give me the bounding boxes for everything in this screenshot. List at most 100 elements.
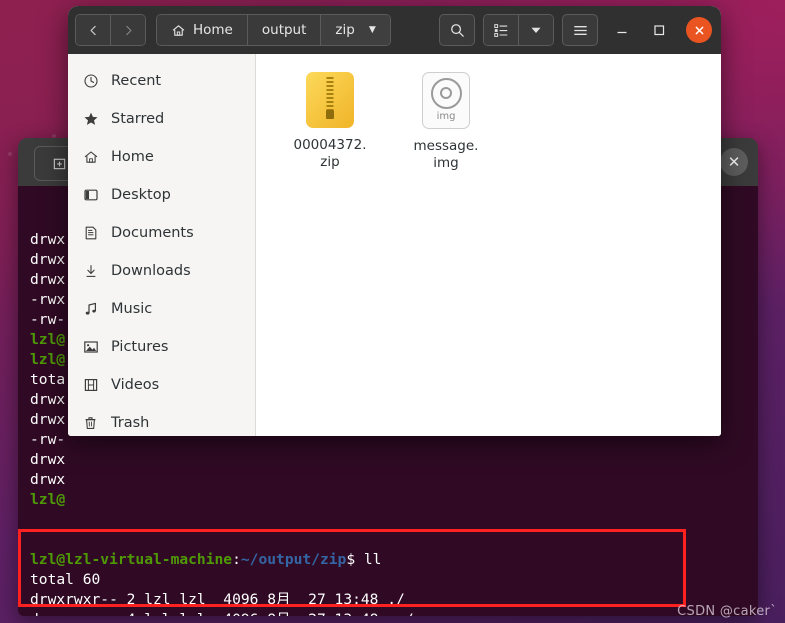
sidebar-item-label: Videos xyxy=(111,377,160,393)
terminal-text: lzl@lzl-virtual-machine xyxy=(30,551,233,568)
desktop: ✕ drwx drwx drwx -rwx -rw-lzl@ lzl@ tota drwx dr… xyxy=(0,0,785,623)
picture-icon xyxy=(82,339,99,356)
sidebar-item-label: Recent xyxy=(111,73,162,89)
zip-archive-icon xyxy=(306,72,354,128)
back-button[interactable] xyxy=(76,15,110,45)
file-list-view[interactable]: 00004372. zip img message. img xyxy=(256,54,721,436)
desktop-icon xyxy=(82,187,99,204)
chevron-left-icon xyxy=(89,25,96,35)
home-icon xyxy=(172,24,185,36)
breadcrumb-item-home[interactable]: Home xyxy=(157,15,247,45)
terminal-text: $ ll xyxy=(346,551,382,568)
document-icon xyxy=(82,225,99,242)
film-icon xyxy=(82,377,99,394)
terminal-visible-lines: lzl@lzl-virtual-machine:~/output/zip$ ll… xyxy=(30,550,758,616)
file-name-line: message. xyxy=(413,138,479,154)
file-manager-window[interactable]: Home output zip ▼ Recent Starred Home De… xyxy=(68,6,721,436)
terminal-text: drwxrwxr-- 2 lzl lzl 4096 8月 27 13:48 ./ xyxy=(30,591,405,608)
sidebar-item-label: Music xyxy=(111,301,153,317)
sidebar-item-label: Desktop xyxy=(111,187,171,203)
view-list-icon xyxy=(494,24,508,37)
sidebar-item-label: Pictures xyxy=(111,339,169,355)
close-icon: ✕ xyxy=(727,153,741,171)
minimize-button[interactable] xyxy=(609,17,635,43)
file-name-line: 00004372. xyxy=(293,137,367,153)
terminal-text: : xyxy=(232,551,241,568)
terminal-line: lzl@lzl-virtual-machine:~/output/zip$ ll xyxy=(30,550,758,570)
close-button[interactable] xyxy=(686,17,712,43)
view-options-dropdown[interactable] xyxy=(518,15,553,45)
sidebar-item-label: Documents xyxy=(111,225,194,241)
trash-icon xyxy=(82,415,99,432)
breadcrumb-label-output: output xyxy=(261,22,307,38)
sidebar-item-label: Downloads xyxy=(111,263,191,279)
terminal-line: drwxrwxr-- 2 lzl lzl 4096 8月 27 13:48 ./ xyxy=(30,590,758,610)
file-manager-content: Recent Starred Home Desktop Documents Downloa… xyxy=(68,54,721,436)
zipper-pull xyxy=(326,110,334,119)
zipper-teeth xyxy=(326,77,334,113)
main-menu-button[interactable] xyxy=(562,14,598,46)
disc-image-icon: img xyxy=(422,72,470,129)
terminal-line: total 60 xyxy=(30,570,758,590)
sidebar-item-starred[interactable]: Starred xyxy=(68,100,255,138)
file-manager-headerbar: Home output zip ▼ xyxy=(68,6,721,54)
sidebar-item-downloads[interactable]: Downloads xyxy=(68,252,255,290)
star-icon xyxy=(82,111,99,128)
forward-button[interactable] xyxy=(110,15,145,45)
breadcrumb-label-zip: zip xyxy=(335,22,355,38)
disc-ring xyxy=(430,77,462,109)
disc-hole xyxy=(440,87,452,99)
terminal-text: drwxrwxr-- 4 lzl lzl 4096 8月 27 13:48 ..… xyxy=(30,611,414,616)
file-item[interactable]: 00004372. zip xyxy=(272,68,388,172)
breadcrumb: Home output zip ▼ xyxy=(156,14,391,46)
download-arrow-icon xyxy=(82,263,99,280)
sidebar-item-pictures[interactable]: Pictures xyxy=(68,328,255,366)
home-icon xyxy=(82,149,99,166)
sidebar-item-label: Home xyxy=(111,149,154,165)
new-tab-icon xyxy=(53,158,65,170)
sidebar-item-label: Trash xyxy=(111,415,150,431)
terminal-line: drwxrwxr-- 4 lzl lzl 4096 8月 27 13:48 ..… xyxy=(30,610,758,616)
sidebar-item-documents[interactable]: Documents xyxy=(68,214,255,252)
terminal-line: lzl@ xyxy=(30,491,66,508)
terminal-close-button[interactable]: ✕ xyxy=(720,148,748,176)
breadcrumb-item-output[interactable]: output xyxy=(246,15,321,45)
sidebar-item-trash[interactable]: Trash xyxy=(68,404,255,436)
music-note-icon xyxy=(82,301,99,318)
nav-button-group xyxy=(75,14,146,46)
sidebar-item-videos[interactable]: Videos xyxy=(68,366,255,404)
breadcrumb-label-home: Home xyxy=(193,22,233,38)
file-manager-sidebar: Recent Starred Home Desktop Documents Downloa… xyxy=(68,54,256,436)
maximize-button[interactable] xyxy=(646,17,672,43)
search-icon xyxy=(450,23,464,37)
file-name-line: zip xyxy=(320,154,340,170)
sidebar-item-music[interactable]: Music xyxy=(68,290,255,328)
view-mode-group xyxy=(483,14,554,46)
file-name-label: 00004372. zip xyxy=(284,137,376,171)
close-icon xyxy=(695,26,703,34)
sidebar-item-home[interactable]: Home xyxy=(68,138,255,176)
terminal-text: ~/output/zip xyxy=(240,551,347,568)
view-list-button[interactable] xyxy=(484,15,518,45)
hamburger-menu-icon xyxy=(573,25,587,35)
disc-badge-label: img xyxy=(436,110,456,122)
clock-icon xyxy=(82,73,99,90)
sidebar-item-desktop[interactable]: Desktop xyxy=(68,176,255,214)
csdn-watermark: CSDN @caker` xyxy=(677,604,777,619)
search-button[interactable] xyxy=(439,14,475,46)
breadcrumb-item-zip[interactable]: zip ▼ xyxy=(320,15,390,45)
wallpaper-dot xyxy=(8,152,12,156)
minimize-icon xyxy=(617,31,627,34)
terminal-text: total 60 xyxy=(30,571,101,588)
chevron-down-icon xyxy=(531,27,541,33)
sidebar-item-recent[interactable]: Recent xyxy=(68,62,255,100)
file-item[interactable]: img message. img xyxy=(388,68,504,172)
file-name-label: message. img xyxy=(400,138,492,172)
chevron-down-icon[interactable]: ▼ xyxy=(369,25,376,35)
sidebar-item-label: Starred xyxy=(111,111,165,127)
terminal-line: drwx xyxy=(30,471,66,488)
chevron-right-icon xyxy=(125,25,132,35)
file-name-line: img xyxy=(433,155,459,171)
terminal-line: drwx xyxy=(30,451,66,468)
maximize-icon xyxy=(654,25,665,36)
